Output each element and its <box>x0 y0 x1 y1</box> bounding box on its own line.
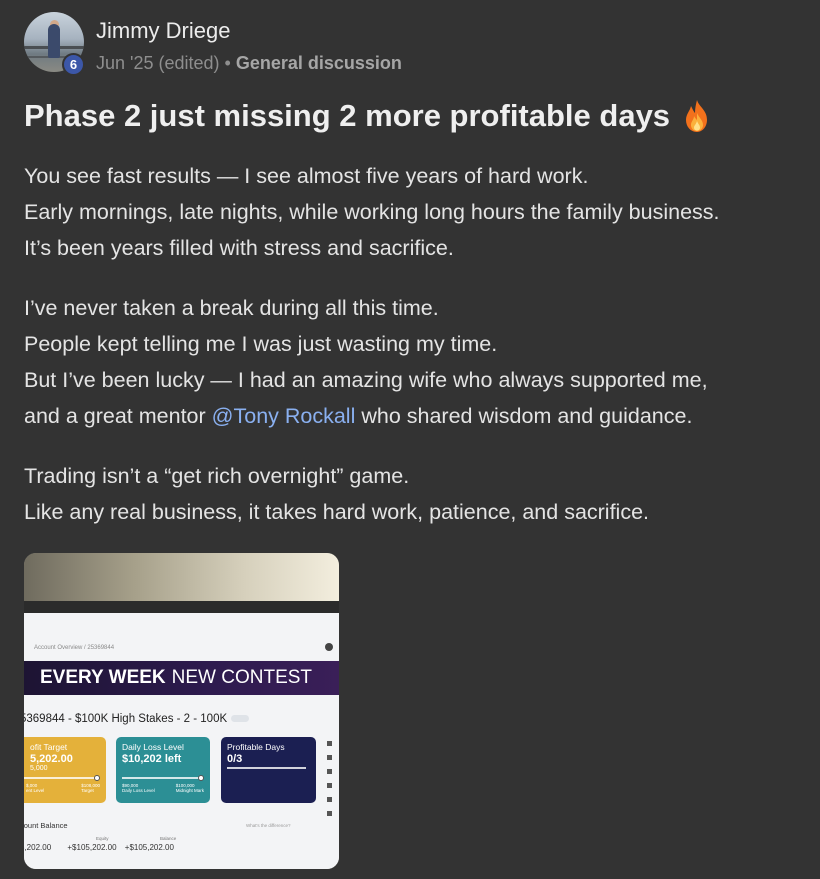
text-fragment: who shared wisdom and guidance. <box>355 404 693 428</box>
trust-level-badge: 6 <box>62 53 85 76</box>
text-line: Early mornings, late nights, while worki… <box>24 200 720 224</box>
photo-menu-icon <box>325 643 333 651</box>
text-line: Like any real business, it takes hard wo… <box>24 500 650 524</box>
text-line-with-mention: and a great mentor @Tony Rockall who sha… <box>24 398 814 434</box>
photo-sidebar-icons <box>327 741 335 851</box>
paragraph-1: You see fast results — I see almost five… <box>24 158 814 266</box>
card-value: 5,202.00 <box>30 753 73 765</box>
post-date[interactable]: Jun '25 (edited) <box>96 53 220 73</box>
photographed-screen: Account Overview / 25369844 EVERY WEEK N… <box>24 613 339 869</box>
card-label: Daily Loss Level <box>122 742 184 752</box>
text-line: You see fast results — I see almost five… <box>24 164 589 188</box>
foot-left-sub: ent Level <box>26 788 45 793</box>
balance-value: 5,202.00 <box>24 843 52 852</box>
profit-target-card: ofit Target 5,202.00 5,000 $,000 ent Leve… <box>24 737 106 803</box>
card-footer: $,000 ent Level $108,000 Target <box>26 783 100 793</box>
balance-info: What's the difference? <box>246 823 291 828</box>
account-title: 5369844 - $100K High Stakes - 2 - 100K <box>24 713 250 725</box>
progress-bar <box>24 775 100 781</box>
balance-row: 5,202.00 Equity +$105,202.00 Balance +$1… <box>24 836 176 852</box>
paragraph-2: I’ve never taken a break during all this… <box>24 290 814 434</box>
text-line: People kept telling me I was just wastin… <box>24 332 498 356</box>
text-fragment: and a great mentor <box>24 404 212 428</box>
text-line: But I’ve been lucky — I had an amazing w… <box>24 368 708 392</box>
author-name[interactable]: Jimmy Driege <box>96 18 230 44</box>
post-meta: Jun '25 (edited) • General discussion <box>96 53 402 74</box>
post-image[interactable]: Account Overview / 25369844 EVERY WEEK N… <box>24 553 339 869</box>
daily-loss-card: Daily Loss Level $10,202 left $90,000 Dai… <box>116 737 210 803</box>
progress-bar <box>227 767 306 769</box>
paragraph-3: Trading isn’t a “get rich overnight” gam… <box>24 458 814 530</box>
text-line: It’s been years filled with stress and s… <box>24 236 454 260</box>
photo-breadcrumb: Account Overview / 25369844 <box>34 645 115 651</box>
text-line: I’ve never taken a break during all this… <box>24 296 439 320</box>
user-mention-link[interactable]: @Tony Rockall <box>212 404 356 428</box>
post-body: You see fast results — I see almost five… <box>24 158 814 554</box>
card-value: $10,202 left <box>122 753 182 765</box>
status-pill <box>231 715 250 723</box>
card-label: Profitable Days <box>227 742 285 752</box>
card-label: ofit Target <box>30 742 68 752</box>
card-value: 0/3 <box>227 753 243 765</box>
balance2-value: +$105,202.00 <box>124 843 174 852</box>
card-sub: 5,000 <box>30 765 48 772</box>
equity-label: Equity <box>96 836 109 841</box>
balance-label: count Balance <box>24 821 68 830</box>
card-footer: $90,000 Daily Loss Level $100,000 Midnight… <box>122 783 204 793</box>
foot-right-sub: Midnight Mark <box>175 788 204 793</box>
banner-text: NEW CONTEST <box>171 667 313 688</box>
photo-background <box>24 553 339 608</box>
balance2-label: Balance <box>160 836 177 841</box>
account-title-text: 5369844 - $100K High Stakes - 2 - 100K <box>24 713 228 725</box>
meta-separator: • <box>224 53 231 73</box>
foot-left-sub: Daily Loss Level <box>122 788 155 793</box>
author-avatar[interactable]: 6 <box>24 12 85 76</box>
post-title-text: Phase 2 just missing 2 more profitable d… <box>24 98 671 133</box>
post-title: Phase 2 just missing 2 more profitable d… <box>24 98 712 134</box>
progress-bar <box>122 775 204 781</box>
banner-bold-text: EVERY WEEK <box>40 667 166 688</box>
fire-icon <box>682 99 712 133</box>
foot-right-sub: Target <box>81 788 94 793</box>
text-line: Trading isn’t a “get rich overnight” gam… <box>24 464 410 488</box>
category-link[interactable]: General discussion <box>236 53 402 73</box>
profitable-days-card: Profitable Days 0/3 <box>221 737 316 803</box>
equity-value: +$105,202.00 <box>67 843 117 852</box>
forum-post: 6 Jimmy Driege Jun '25 (edited) • Genera… <box>0 0 820 879</box>
contest-banner: EVERY WEEK NEW CONTEST <box>24 661 339 695</box>
